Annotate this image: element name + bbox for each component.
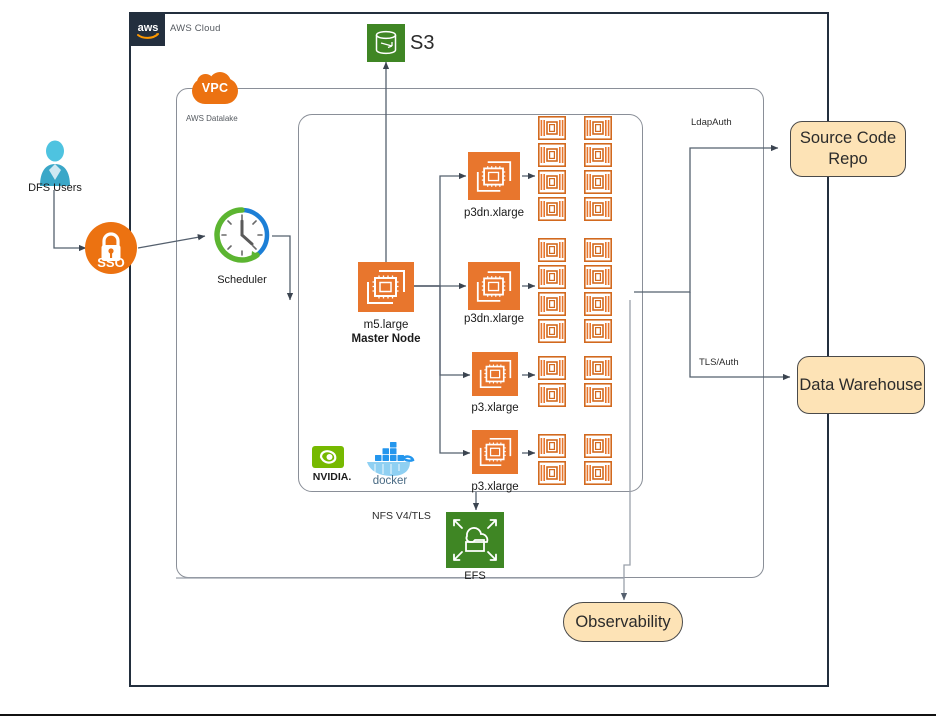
worker-node-2-ec2-icon <box>468 262 520 310</box>
master-node-role: Master Node <box>351 333 421 345</box>
scheduler-icon <box>211 204 273 266</box>
worker-node-2-caption: p3dn.xlarge <box>463 313 525 325</box>
gpu-icon <box>538 319 566 343</box>
nfs-protocol-label: NFS V4/TLS <box>372 510 431 522</box>
gpu-icon <box>584 197 612 221</box>
tls-auth-edge-label: TLS/Auth <box>699 357 739 368</box>
scheduler-label: Scheduler <box>217 274 267 286</box>
aws-cloud-label: AWS Cloud <box>170 23 221 34</box>
vpc-cloud-icon: VPC <box>192 72 238 108</box>
s3-label: S3 <box>410 32 435 54</box>
efs-label: EFS <box>464 570 486 582</box>
gpu-icon <box>584 434 612 458</box>
gpu-array-1 <box>538 116 618 222</box>
observability-box[interactable]: Observability <box>563 602 683 642</box>
efs-icon <box>446 512 504 568</box>
gpu-icon <box>584 356 612 380</box>
svg-text:aws: aws <box>138 22 159 34</box>
gpu-icon <box>538 116 566 140</box>
gpu-icon <box>538 292 566 316</box>
master-node-instance-type: m5.large <box>363 319 409 331</box>
worker-node-3-ec2-icon <box>472 352 518 396</box>
gpu-icon <box>538 461 566 485</box>
worker-node-4-caption: p3.xlarge <box>471 481 519 493</box>
architecture-diagram: aws AWS Cloud VPC AWS Datalake DFS Users… <box>0 0 936 720</box>
aws-logo-icon: aws <box>131 14 165 46</box>
gpu-icon <box>584 143 612 167</box>
gpu-array-3 <box>538 356 618 408</box>
gpu-icon <box>584 170 612 194</box>
worker-node-4-ec2-icon <box>472 430 518 474</box>
gpu-array-4 <box>538 434 618 486</box>
s3-bucket-icon <box>367 24 405 62</box>
gpu-icon <box>538 238 566 262</box>
data-warehouse-box[interactable]: Data Warehouse <box>797 356 925 414</box>
gpu-icon <box>584 116 612 140</box>
gpu-icon <box>538 434 566 458</box>
worker-node-1-caption: p3dn.xlarge <box>463 207 525 219</box>
gpu-icon <box>538 197 566 221</box>
gpu-icon <box>538 265 566 289</box>
master-node-ec2-icon <box>358 262 414 312</box>
worker-node-1-ec2-icon <box>468 152 520 200</box>
svg-text:docker: docker <box>373 475 408 484</box>
gpu-icon <box>584 292 612 316</box>
vpc-label: VPC <box>201 81 229 95</box>
docker-logo: docker <box>362 442 418 487</box>
gpu-icon <box>538 383 566 407</box>
dfs-users-label: DFS Users <box>28 182 82 194</box>
master-node-caption: m5.large Master Node <box>321 318 451 346</box>
page-bottom-rule <box>0 714 936 716</box>
gpu-icon <box>584 238 612 262</box>
gpu-icon <box>538 356 566 380</box>
gpu-icon <box>584 265 612 289</box>
gpu-icon <box>538 143 566 167</box>
dfs-users-icon <box>38 140 72 186</box>
source-code-repo-box[interactable]: Source Code Repo <box>790 121 906 177</box>
svg-text:NVIDIA.: NVIDIA. <box>313 471 352 483</box>
ldap-auth-edge-label: LdapAuth <box>691 117 732 128</box>
gpu-icon <box>584 319 612 343</box>
worker-node-3-caption: p3.xlarge <box>471 402 519 414</box>
gpu-icon <box>584 383 612 407</box>
gpu-icon <box>538 170 566 194</box>
aws-datalake-label: AWS Datalake <box>186 114 238 123</box>
nvidia-logo: NVIDIA. <box>308 444 356 484</box>
sso-label: SSO <box>97 255 125 270</box>
gpu-icon <box>584 461 612 485</box>
gpu-array-2 <box>538 238 618 344</box>
